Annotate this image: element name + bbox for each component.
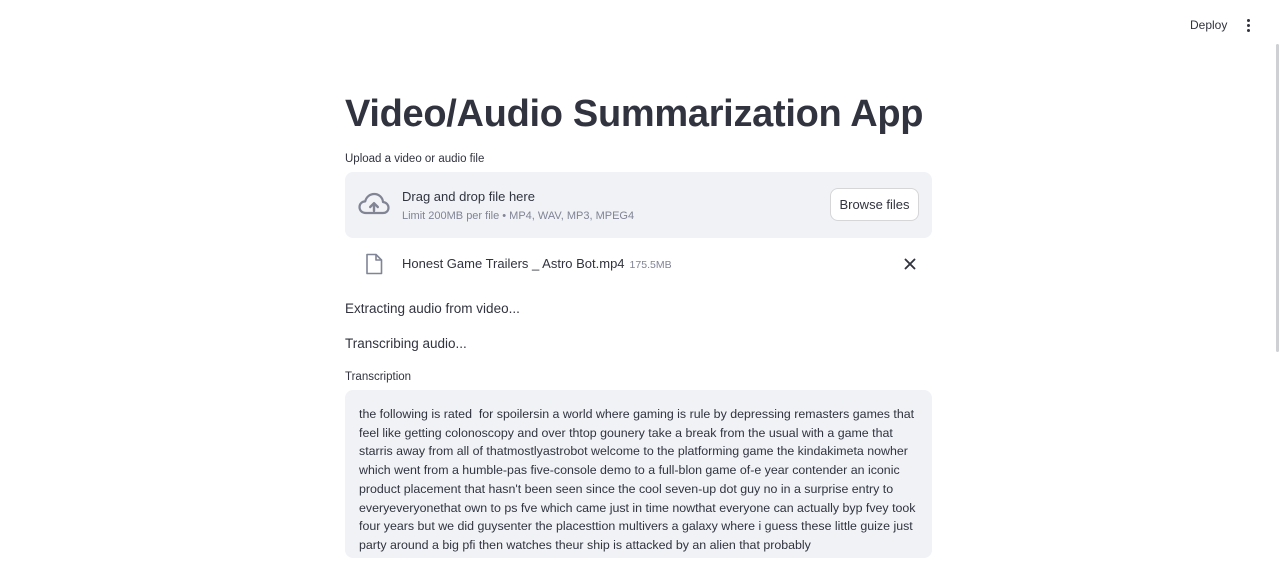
more-vertical-icon[interactable] [1238, 14, 1258, 36]
menu-dot [1246, 23, 1250, 27]
status-extracting: Extracting audio from video... [345, 301, 520, 316]
page-title: Video/Audio Summarization App [345, 93, 924, 135]
menu-dot [1246, 18, 1250, 22]
transcription-textarea[interactable]: the following is rated for spoilersin a … [345, 390, 932, 558]
file-size: 175.5MB [629, 259, 672, 271]
file-name-text: Honest Game Trailers _ Astro Bot.mp4 [402, 256, 625, 271]
uploaded-file-row: Honest Game Trailers _ Astro Bot.mp4 175.… [345, 248, 932, 280]
file-dropzone[interactable]: Drag and drop file here Limit 200MB per … [345, 172, 932, 238]
deploy-button[interactable]: Deploy [1182, 15, 1235, 35]
menu-dot [1246, 28, 1250, 32]
transcription-label: Transcription [345, 371, 412, 383]
dropzone-limits: Limit 200MB per file • MP4, WAV, MP3, MP… [402, 210, 635, 222]
file-icon [366, 253, 383, 275]
dropzone-title: Drag and drop file here [402, 189, 535, 204]
page-scrollbar[interactable] [1276, 44, 1279, 352]
cloud-upload-icon [358, 192, 390, 215]
uploaded-file-name: Honest Game Trailers _ Astro Bot.mp4 175.… [402, 255, 672, 274]
app-header: Deploy [0, 0, 1280, 50]
status-transcribing: Transcribing audio... [345, 336, 467, 351]
close-icon[interactable] [901, 255, 919, 273]
uploader-label: Upload a video or audio file [345, 153, 485, 165]
browse-files-button[interactable]: Browse files [830, 188, 919, 221]
